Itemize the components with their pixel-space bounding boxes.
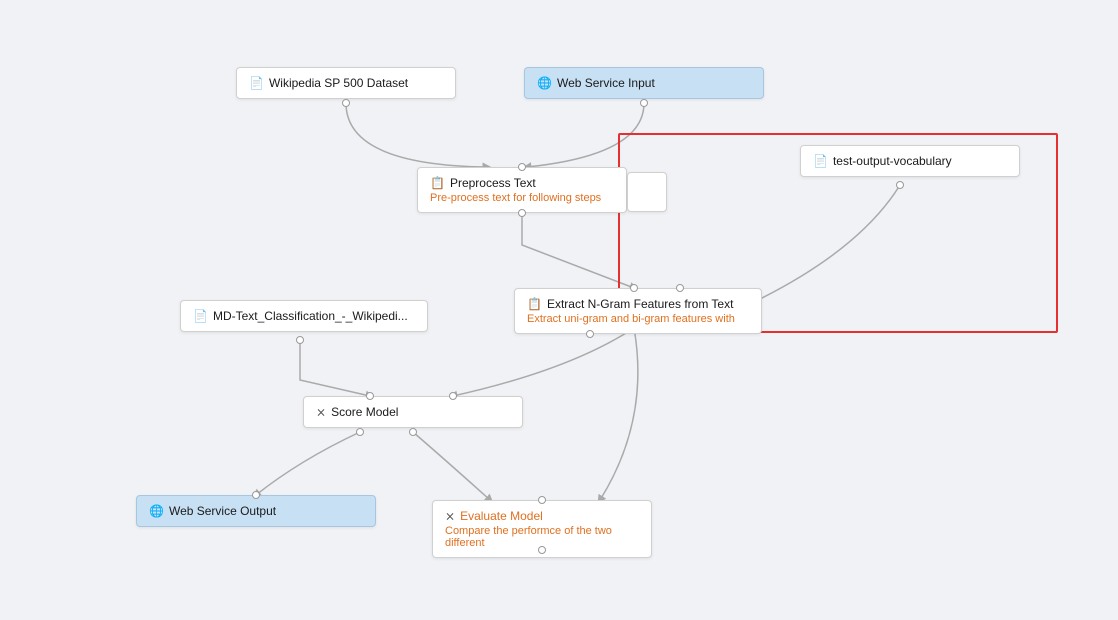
dot-ngram-bottom — [586, 330, 594, 338]
pipeline-canvas: 📄 Wikipedia SP 500 Dataset 🌐 Web Service… — [0, 0, 1118, 620]
node-vocab-label: test-output-vocabulary — [833, 154, 952, 168]
globe-icon-input: 🌐 — [537, 76, 552, 90]
dot-score-bottom2 — [409, 428, 417, 436]
md-text-icon: 📄 — [193, 309, 208, 323]
dot-score-bottom1 — [356, 428, 364, 436]
dot-score-top1 — [366, 392, 374, 400]
globe-icon-output: 🌐 — [149, 504, 164, 518]
node-ngram-label: Extract N-Gram Features from Text — [547, 297, 734, 311]
dot-evaluate-top — [538, 496, 546, 504]
node-extract-ngram[interactable]: 📋 Extract N-Gram Features from Text Extr… — [514, 288, 762, 334]
dot-wikipedia-bottom — [342, 99, 350, 107]
dot-vocab-bottom — [896, 181, 904, 189]
node-preprocess-text[interactable]: 📋 Preprocess Text Pre-process text for f… — [417, 167, 627, 213]
node-web-service-output[interactable]: 🌐 Web Service Output — [136, 495, 376, 527]
node-ngram-subtitle: Extract uni-gram and bi-gram features wi… — [527, 313, 749, 325]
score-icon: ⨯ — [316, 405, 326, 419]
node-score-label: Score Model — [331, 405, 398, 419]
dot-ngram-top1 — [630, 284, 638, 292]
node-test-output-vocabulary[interactable]: 📄 test-output-vocabulary — [800, 145, 1020, 177]
dot-evaluate-bottom — [538, 546, 546, 554]
node-score-model[interactable]: ⨯ Score Model — [303, 396, 523, 428]
node-connector-small[interactable] — [627, 172, 667, 212]
node-md-text-classification[interactable]: 📄 MD-Text_Classification_-_Wikipedi... — [180, 300, 428, 332]
dot-webinput-bottom — [640, 99, 648, 107]
node-preprocess-subtitle: Pre-process text for following steps — [430, 192, 614, 204]
preprocess-icon: 📋 — [430, 176, 445, 190]
dot-weboutput-top — [252, 491, 260, 499]
node-evaluate-label: Evaluate Model — [460, 509, 543, 523]
node-md-text-label: MD-Text_Classification_-_Wikipedi... — [213, 309, 408, 323]
dot-md-bottom — [296, 336, 304, 344]
node-webservice-output-label: Web Service Output — [169, 504, 276, 518]
node-webservice-input-label: Web Service Input — [557, 76, 655, 90]
evaluate-icon: ⨯ — [445, 509, 455, 523]
node-wikipedia-label: Wikipedia SP 500 Dataset — [269, 76, 408, 90]
node-wikipedia[interactable]: 📄 Wikipedia SP 500 Dataset — [236, 67, 456, 99]
ngram-icon: 📋 — [527, 297, 542, 311]
dot-ngram-top2 — [676, 284, 684, 292]
node-preprocess-label: Preprocess Text — [450, 176, 536, 190]
dot-preprocess-bottom — [518, 209, 526, 217]
vocab-icon: 📄 — [813, 154, 828, 168]
dot-score-top2 — [449, 392, 457, 400]
node-web-service-input[interactable]: 🌐 Web Service Input — [524, 67, 764, 99]
dataset-icon: 📄 — [249, 76, 264, 90]
dot-preprocess-top — [518, 163, 526, 171]
